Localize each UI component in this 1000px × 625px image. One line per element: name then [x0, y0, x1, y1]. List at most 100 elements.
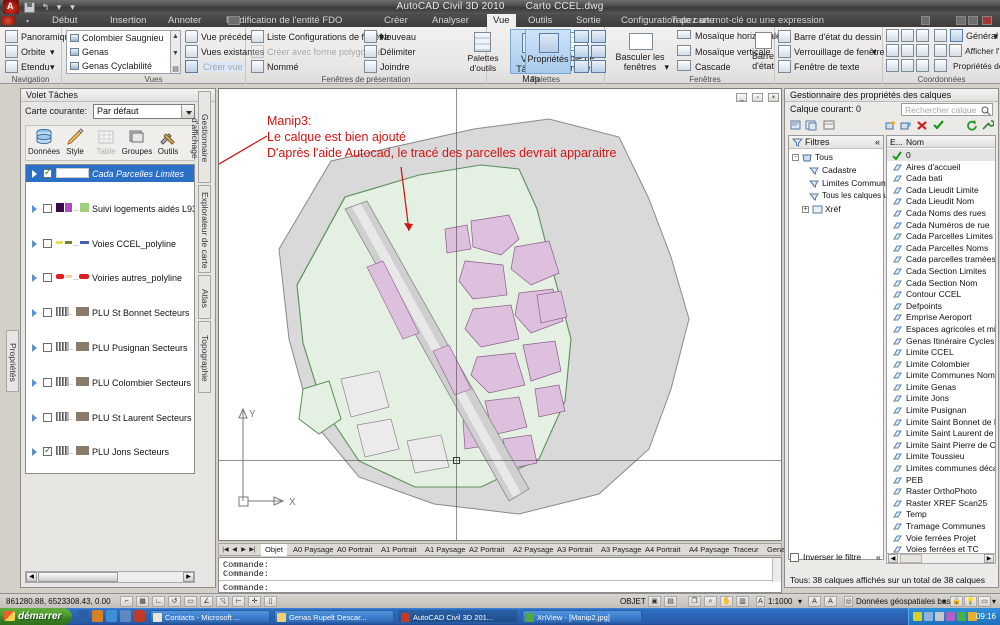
layer-list-row[interactable]: Cada Parcelles Noms — [887, 242, 995, 254]
prev-layout-icon[interactable]: ◀ — [230, 545, 239, 555]
coordinate-system-dropdown-icon[interactable]: ▾ — [942, 597, 946, 606]
layer-row-plu-colombier[interactable]: .. PLU Colombier Secteurs — [26, 374, 194, 391]
tool-donnees[interactable]: Données — [28, 128, 60, 156]
ucs-icon-1[interactable] — [886, 29, 899, 42]
system-tray[interactable]: 09:16 — [908, 608, 1000, 625]
layer-list-row[interactable]: Cada Lieudit Nom — [887, 195, 995, 207]
taskbar-item-xnview[interactable]: XnView - [Manip2.jpg] — [522, 610, 642, 623]
filter-row-tous[interactable]: - Tous — [789, 151, 883, 164]
scroll-end-icon[interactable]: ▤ — [171, 65, 180, 73]
taskbar-item-autocad[interactable]: AutoCAD Civil 3D 201... — [398, 610, 518, 623]
ucs-general-dropdown-icon[interactable]: ▾ — [993, 31, 998, 42]
extents-button[interactable]: Etendu — [21, 62, 50, 72]
view-item-1[interactable]: Genas — [70, 47, 109, 57]
ucs-icon-10[interactable] — [901, 59, 914, 72]
layer-list-row[interactable]: Limite CCEL — [887, 346, 995, 358]
join-viewport-button[interactable]: Joindre — [380, 62, 410, 72]
collapse-filters-icon[interactable]: « — [875, 136, 880, 149]
layer-row-voies-ccel[interactable]: ... Voies CCEL_polyline — [26, 235, 194, 252]
filters-tree[interactable]: - Tous Cadastre Limites Communes Tous le… — [789, 151, 908, 216]
ribbon-minimize-button[interactable] — [228, 16, 240, 25]
scroll-up-icon[interactable]: ▲ — [171, 33, 180, 40]
layer-list-row[interactable]: Limite Toussieu — [887, 450, 995, 462]
vertical-tab-topographie[interactable]: Topographie — [198, 321, 211, 393]
new-layer-icon[interactable] — [885, 119, 898, 131]
ucs-icon-9[interactable] — [886, 59, 899, 72]
scroll-left-icon[interactable]: ◀ — [26, 572, 37, 582]
layer-states-manager-icon[interactable] — [823, 119, 836, 131]
switch-windows-dropdown-icon[interactable]: ▾ — [664, 62, 669, 72]
layout-tab-a4-paysage[interactable]: A4 Paysage — [689, 544, 729, 556]
layer-list-row[interactable]: Espaces agricoles et milieu — [887, 323, 995, 335]
current-map-combo[interactable]: Par défaut — [93, 104, 195, 119]
layout-tab-a1-paysage[interactable]: A1 Paysage — [425, 544, 465, 556]
view-item-2[interactable]: Genas Cyclabilité — [70, 61, 152, 71]
expand-arrow-icon[interactable] — [32, 170, 37, 178]
snap-toggle[interactable]: ∟ — [152, 596, 165, 607]
polar-toggle[interactable]: ▭ — [184, 596, 197, 607]
layer-list-row[interactable]: Raster XREF Scan25 — [887, 497, 995, 509]
clip-viewport-button[interactable]: Délimiter — [380, 47, 416, 57]
taskbar-clock[interactable]: 09:16 — [976, 612, 996, 621]
layer-checkbox[interactable] — [43, 308, 52, 318]
coordinates-display[interactable]: 861280.88, 6523308.43, 0.00 — [6, 597, 111, 606]
tool-outils[interactable]: Outils — [152, 128, 184, 156]
settings-wrench-icon[interactable] — [981, 119, 995, 131]
application-menu-button[interactable] — [2, 15, 24, 26]
minimize-button[interactable] — [956, 16, 966, 25]
set-current-layer-icon[interactable] — [932, 119, 945, 131]
first-layout-icon[interactable]: |◀ — [221, 545, 230, 555]
cascade-icon[interactable] — [677, 60, 691, 71]
dyn-toggle[interactable]: ✛ — [248, 596, 261, 607]
layer-filters-panel[interactable]: Filtres « - Tous Cadastre Limites Commun… — [788, 135, 908, 560]
quicklaunch-icon-1[interactable] — [78, 610, 89, 622]
previous-view-icon[interactable] — [185, 30, 198, 43]
ucs-icon-2[interactable] — [901, 29, 914, 42]
tab-analyser[interactable]: Analyser — [426, 14, 475, 27]
quicklaunch-icon-3[interactable] — [106, 610, 117, 622]
expand-arrow-icon[interactable] — [32, 309, 37, 318]
layer-list-row[interactable]: Cada bati — [887, 172, 995, 184]
scroll-right-icon[interactable]: ▶ — [183, 572, 194, 582]
vertical-tab-proprietes[interactable]: Propriétés — [6, 330, 19, 392]
quicklaunch-icon-4[interactable] — [120, 610, 131, 622]
layer-list-row[interactable]: Tramage Communes — [887, 520, 995, 532]
command-prompt[interactable]: Commande: — [223, 583, 269, 593]
tray-icon-1[interactable] — [913, 612, 922, 621]
layer-row-voiries-autres[interactable]: ... Voiries autres_polyline — [26, 269, 194, 286]
quicklaunch-icon-5[interactable] — [134, 610, 145, 622]
tray-icon-5[interactable] — [957, 612, 966, 621]
tray-icon-3[interactable] — [935, 612, 944, 621]
tile-horizontal-icon[interactable] — [677, 30, 691, 39]
annotation-scale-icon[interactable]: A — [756, 596, 765, 607]
views-listbox[interactable]: Colombier Saugnieu Genas Genas Cyclabili… — [66, 30, 181, 74]
named-viewport-button[interactable]: Nommé — [267, 62, 299, 72]
vertical-tab-gestionnaire-affichage[interactable]: Gestionnaire d'affichage — [190, 91, 211, 183]
layer-checkbox[interactable] — [43, 377, 52, 387]
search-icon[interactable] — [981, 106, 991, 116]
quick-view-drawings-icon[interactable]: ⌕ — [704, 596, 717, 607]
clip-viewport-icon[interactable] — [364, 45, 377, 58]
delete-layer-icon[interactable] — [916, 119, 929, 131]
text-window-button[interactable]: Fenêtre de texte — [794, 62, 860, 72]
filter-row-cadastre[interactable]: Cadastre — [789, 164, 883, 177]
zoom-status-icon[interactable]: ▥ — [736, 596, 749, 607]
status-bar-button[interactable]: Barre d'état — [747, 29, 779, 74]
search-box[interactable]: Tapez un mot-clé ou une expression — [665, 14, 830, 27]
layer-list-row[interactable]: Genas Itinéraire Cycles — [887, 335, 995, 347]
expand-arrow-icon[interactable] — [32, 204, 37, 213]
command-scrollbar[interactable] — [772, 558, 781, 582]
layout-tab-a2-portrait[interactable]: A2 Portrait — [469, 544, 504, 556]
tab-annoter[interactable]: Annoter — [162, 14, 207, 27]
layer-row-cada-parcelles-limites[interactable]: Cada Parcelles Limites — [26, 165, 194, 183]
layer-list-row[interactable]: Defpoints — [887, 300, 995, 312]
drawing-window-buttons[interactable]: _ ▫ × — [734, 91, 779, 102]
performance-icon[interactable]: 💡 — [964, 596, 977, 607]
cascade-button[interactable]: Cascade — [695, 62, 731, 72]
orbit-icon[interactable] — [5, 45, 18, 58]
infer-constraints-toggle[interactable]: ⌐ — [120, 596, 133, 607]
layout-tab-a2-paysage[interactable]: A2 Paysage — [513, 544, 553, 556]
palette-small-icon-1[interactable] — [574, 30, 589, 43]
annotation-scale-value[interactable]: 1:1000 — [768, 597, 792, 606]
new-group-filter-icon[interactable] — [805, 119, 818, 131]
